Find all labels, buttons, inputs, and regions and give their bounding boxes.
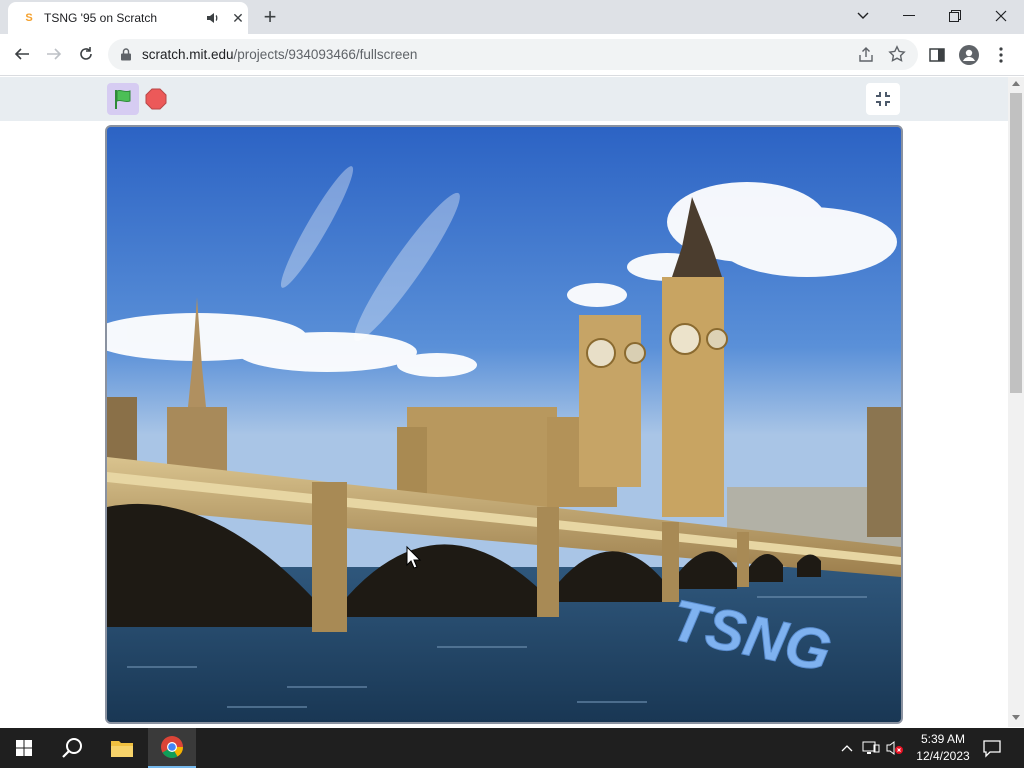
browser-tab[interactable]: S TSNG '95 on Scratch ✕ bbox=[8, 2, 248, 34]
side-panel-icon[interactable] bbox=[926, 44, 948, 66]
forward-arrow-icon[interactable] bbox=[40, 40, 68, 68]
page-scrollbar[interactable] bbox=[1008, 77, 1024, 727]
notification-center-icon[interactable] bbox=[982, 738, 1002, 758]
clock-time: 5:39 AM bbox=[920, 732, 966, 746]
bookmark-star-icon[interactable] bbox=[888, 45, 906, 63]
reload-icon[interactable] bbox=[72, 40, 100, 68]
url-path: /projects/934093466/fullscreen bbox=[233, 47, 418, 62]
close-window-button[interactable] bbox=[978, 0, 1024, 32]
scratch-stage[interactable]: TSNG bbox=[105, 125, 903, 724]
collapse-icon bbox=[876, 92, 890, 106]
tab-search-dropdown-icon[interactable] bbox=[840, 0, 886, 32]
tab-close-button[interactable]: ✕ bbox=[228, 8, 248, 28]
share-icon[interactable] bbox=[857, 46, 875, 64]
scroll-down-arrow-icon[interactable] bbox=[1012, 715, 1020, 720]
profile-avatar-icon[interactable] bbox=[958, 44, 980, 66]
lock-icon[interactable] bbox=[120, 48, 132, 61]
chrome-taskbar-button[interactable] bbox=[148, 728, 196, 768]
windows-logo-icon bbox=[16, 740, 32, 756]
search-icon bbox=[62, 738, 82, 758]
address-bar[interactable]: scratch.mit.edu/projects/934093466/fulls… bbox=[108, 39, 918, 70]
show-hidden-icons-chevron-icon[interactable] bbox=[838, 740, 856, 756]
file-explorer-button[interactable] bbox=[98, 728, 146, 768]
stage-scene-image: TSNG bbox=[107, 127, 901, 722]
windows-taskbar: 5:39 AM 12/4/2023 bbox=[0, 728, 1024, 768]
clock-date: 12/4/2023 bbox=[916, 749, 970, 763]
volume-muted-icon[interactable] bbox=[886, 740, 904, 756]
kebab-menu-icon[interactable] bbox=[990, 44, 1012, 66]
minimize-button[interactable] bbox=[886, 0, 932, 32]
stop-octagon-icon bbox=[145, 88, 167, 110]
scroll-up-arrow-icon[interactable] bbox=[1012, 81, 1020, 86]
taskbar-clock[interactable]: 5:39 AM 12/4/2023 bbox=[912, 731, 974, 765]
new-tab-button[interactable]: + bbox=[256, 3, 284, 31]
taskbar-search-button[interactable] bbox=[48, 728, 96, 768]
network-icon[interactable] bbox=[862, 740, 880, 756]
chrome-icon bbox=[161, 736, 183, 758]
folder-icon bbox=[111, 741, 133, 757]
green-flag-button[interactable] bbox=[107, 83, 139, 115]
scroll-thumb[interactable] bbox=[1010, 93, 1022, 393]
tab-title: TSNG '95 on Scratch bbox=[44, 11, 158, 25]
url-text: scratch.mit.edu/projects/934093466/fulls… bbox=[142, 47, 417, 62]
scratch-controls-bar bbox=[0, 77, 1008, 121]
url-host: scratch.mit.edu bbox=[142, 47, 234, 62]
restore-button[interactable] bbox=[932, 0, 978, 32]
stop-button[interactable] bbox=[142, 85, 170, 113]
back-arrow-icon[interactable] bbox=[8, 40, 36, 68]
page-content: TSNG bbox=[0, 77, 1008, 727]
tab-strip: S TSNG '95 on Scratch ✕ + bbox=[0, 0, 1024, 34]
windows-start-button[interactable] bbox=[0, 728, 48, 768]
browser-toolbar: scratch.mit.edu/projects/934093466/fulls… bbox=[0, 34, 1024, 76]
green-flag-icon bbox=[115, 89, 131, 109]
audio-playing-icon[interactable] bbox=[205, 10, 221, 26]
exit-fullscreen-button[interactable] bbox=[866, 83, 900, 115]
scratch-favicon-icon: S bbox=[25, 12, 33, 24]
